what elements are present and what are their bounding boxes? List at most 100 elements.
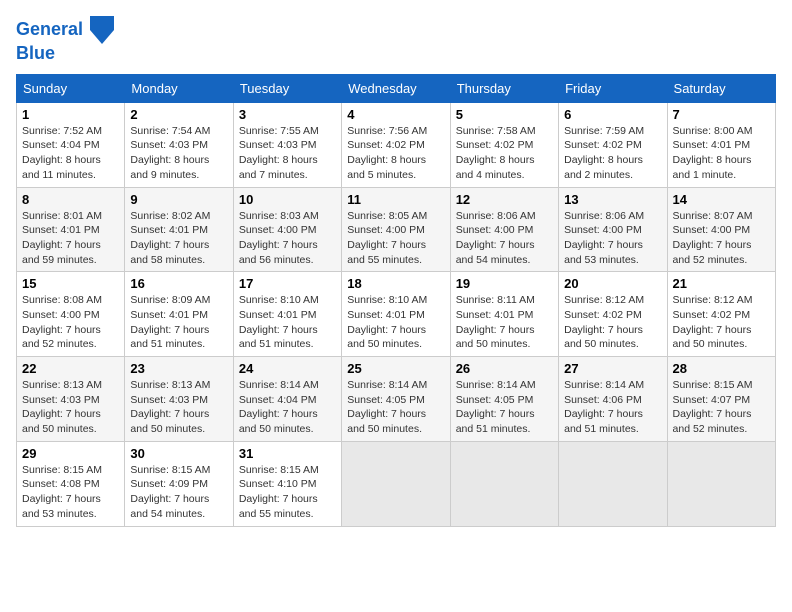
logo: General Blue xyxy=(16,16,114,64)
calendar-cell: 11 Sunrise: 8:05 AM Sunset: 4:00 PM Dayl… xyxy=(342,187,450,272)
day-info: Sunrise: 8:14 AM Sunset: 4:04 PM Dayligh… xyxy=(239,378,336,437)
day-number: 3 xyxy=(239,107,336,122)
day-number: 9 xyxy=(130,192,227,207)
calendar-cell: 9 Sunrise: 8:02 AM Sunset: 4:01 PM Dayli… xyxy=(125,187,233,272)
day-info: Sunrise: 7:56 AM Sunset: 4:02 PM Dayligh… xyxy=(347,124,444,183)
day-info: Sunrise: 8:07 AM Sunset: 4:00 PM Dayligh… xyxy=(673,209,770,268)
calendar-cell: 24 Sunrise: 8:14 AM Sunset: 4:04 PM Dayl… xyxy=(233,357,341,442)
day-info: Sunrise: 8:08 AM Sunset: 4:00 PM Dayligh… xyxy=(22,293,119,352)
calendar-cell: 17 Sunrise: 8:10 AM Sunset: 4:01 PM Dayl… xyxy=(233,272,341,357)
day-number: 18 xyxy=(347,276,444,291)
day-info: Sunrise: 8:05 AM Sunset: 4:00 PM Dayligh… xyxy=(347,209,444,268)
calendar-table: SundayMondayTuesdayWednesdayThursdayFrid… xyxy=(16,74,776,527)
day-info: Sunrise: 8:10 AM Sunset: 4:01 PM Dayligh… xyxy=(239,293,336,352)
calendar-cell: 4 Sunrise: 7:56 AM Sunset: 4:02 PM Dayli… xyxy=(342,102,450,187)
day-number: 20 xyxy=(564,276,661,291)
day-number: 27 xyxy=(564,361,661,376)
calendar-cell: 18 Sunrise: 8:10 AM Sunset: 4:01 PM Dayl… xyxy=(342,272,450,357)
day-number: 15 xyxy=(22,276,119,291)
day-number: 2 xyxy=(130,107,227,122)
day-number: 22 xyxy=(22,361,119,376)
day-info: Sunrise: 8:06 AM Sunset: 4:00 PM Dayligh… xyxy=(456,209,553,268)
day-info: Sunrise: 8:12 AM Sunset: 4:02 PM Dayligh… xyxy=(564,293,661,352)
day-header-friday: Friday xyxy=(559,74,667,102)
calendar-cell xyxy=(559,441,667,526)
calendar-cell: 21 Sunrise: 8:12 AM Sunset: 4:02 PM Dayl… xyxy=(667,272,775,357)
day-info: Sunrise: 8:01 AM Sunset: 4:01 PM Dayligh… xyxy=(22,209,119,268)
day-number: 25 xyxy=(347,361,444,376)
calendar-week-1: 1 Sunrise: 7:52 AM Sunset: 4:04 PM Dayli… xyxy=(17,102,776,187)
day-header-tuesday: Tuesday xyxy=(233,74,341,102)
calendar-cell: 22 Sunrise: 8:13 AM Sunset: 4:03 PM Dayl… xyxy=(17,357,125,442)
day-number: 12 xyxy=(456,192,553,207)
calendar-cell: 30 Sunrise: 8:15 AM Sunset: 4:09 PM Dayl… xyxy=(125,441,233,526)
calendar-cell: 19 Sunrise: 8:11 AM Sunset: 4:01 PM Dayl… xyxy=(450,272,558,357)
calendar-cell: 12 Sunrise: 8:06 AM Sunset: 4:00 PM Dayl… xyxy=(450,187,558,272)
day-info: Sunrise: 7:52 AM Sunset: 4:04 PM Dayligh… xyxy=(22,124,119,183)
day-number: 13 xyxy=(564,192,661,207)
day-info: Sunrise: 8:15 AM Sunset: 4:07 PM Dayligh… xyxy=(673,378,770,437)
day-number: 31 xyxy=(239,446,336,461)
day-info: Sunrise: 7:54 AM Sunset: 4:03 PM Dayligh… xyxy=(130,124,227,183)
day-header-saturday: Saturday xyxy=(667,74,775,102)
day-number: 26 xyxy=(456,361,553,376)
day-number: 6 xyxy=(564,107,661,122)
day-info: Sunrise: 8:12 AM Sunset: 4:02 PM Dayligh… xyxy=(673,293,770,352)
day-number: 30 xyxy=(130,446,227,461)
day-info: Sunrise: 8:13 AM Sunset: 4:03 PM Dayligh… xyxy=(130,378,227,437)
day-info: Sunrise: 8:15 AM Sunset: 4:08 PM Dayligh… xyxy=(22,463,119,522)
calendar-cell: 28 Sunrise: 8:15 AM Sunset: 4:07 PM Dayl… xyxy=(667,357,775,442)
calendar-cell: 2 Sunrise: 7:54 AM Sunset: 4:03 PM Dayli… xyxy=(125,102,233,187)
day-number: 7 xyxy=(673,107,770,122)
calendar-cell: 1 Sunrise: 7:52 AM Sunset: 4:04 PM Dayli… xyxy=(17,102,125,187)
day-number: 17 xyxy=(239,276,336,291)
calendar-cell: 8 Sunrise: 8:01 AM Sunset: 4:01 PM Dayli… xyxy=(17,187,125,272)
day-info: Sunrise: 8:13 AM Sunset: 4:03 PM Dayligh… xyxy=(22,378,119,437)
day-number: 28 xyxy=(673,361,770,376)
logo-general: General xyxy=(16,19,83,39)
calendar-week-4: 22 Sunrise: 8:13 AM Sunset: 4:03 PM Dayl… xyxy=(17,357,776,442)
day-info: Sunrise: 7:55 AM Sunset: 4:03 PM Dayligh… xyxy=(239,124,336,183)
logo-icon xyxy=(90,16,114,44)
calendar-week-2: 8 Sunrise: 8:01 AM Sunset: 4:01 PM Dayli… xyxy=(17,187,776,272)
day-number: 16 xyxy=(130,276,227,291)
calendar-cell: 20 Sunrise: 8:12 AM Sunset: 4:02 PM Dayl… xyxy=(559,272,667,357)
day-number: 23 xyxy=(130,361,227,376)
day-info: Sunrise: 8:14 AM Sunset: 4:05 PM Dayligh… xyxy=(347,378,444,437)
calendar-cell: 6 Sunrise: 7:59 AM Sunset: 4:02 PM Dayli… xyxy=(559,102,667,187)
day-number: 1 xyxy=(22,107,119,122)
calendar-cell: 16 Sunrise: 8:09 AM Sunset: 4:01 PM Dayl… xyxy=(125,272,233,357)
calendar-cell: 25 Sunrise: 8:14 AM Sunset: 4:05 PM Dayl… xyxy=(342,357,450,442)
calendar-cell: 31 Sunrise: 8:15 AM Sunset: 4:10 PM Dayl… xyxy=(233,441,341,526)
day-info: Sunrise: 8:02 AM Sunset: 4:01 PM Dayligh… xyxy=(130,209,227,268)
calendar-cell: 23 Sunrise: 8:13 AM Sunset: 4:03 PM Dayl… xyxy=(125,357,233,442)
calendar-cell: 10 Sunrise: 8:03 AM Sunset: 4:00 PM Dayl… xyxy=(233,187,341,272)
day-number: 11 xyxy=(347,192,444,207)
day-number: 5 xyxy=(456,107,553,122)
logo-blue: Blue xyxy=(16,44,114,64)
logo-text: General xyxy=(16,16,114,44)
calendar-cell: 27 Sunrise: 8:14 AM Sunset: 4:06 PM Dayl… xyxy=(559,357,667,442)
calendar-cell xyxy=(667,441,775,526)
day-info: Sunrise: 8:10 AM Sunset: 4:01 PM Dayligh… xyxy=(347,293,444,352)
calendar-cell: 13 Sunrise: 8:06 AM Sunset: 4:00 PM Dayl… xyxy=(559,187,667,272)
day-number: 19 xyxy=(456,276,553,291)
day-number: 24 xyxy=(239,361,336,376)
day-info: Sunrise: 8:06 AM Sunset: 4:00 PM Dayligh… xyxy=(564,209,661,268)
calendar-cell: 15 Sunrise: 8:08 AM Sunset: 4:00 PM Dayl… xyxy=(17,272,125,357)
day-info: Sunrise: 8:15 AM Sunset: 4:10 PM Dayligh… xyxy=(239,463,336,522)
calendar-cell: 5 Sunrise: 7:58 AM Sunset: 4:02 PM Dayli… xyxy=(450,102,558,187)
calendar-week-3: 15 Sunrise: 8:08 AM Sunset: 4:00 PM Dayl… xyxy=(17,272,776,357)
day-header-monday: Monday xyxy=(125,74,233,102)
day-header-wednesday: Wednesday xyxy=(342,74,450,102)
calendar-cell xyxy=(450,441,558,526)
calendar-cell: 26 Sunrise: 8:14 AM Sunset: 4:05 PM Dayl… xyxy=(450,357,558,442)
day-info: Sunrise: 8:00 AM Sunset: 4:01 PM Dayligh… xyxy=(673,124,770,183)
day-info: Sunrise: 8:11 AM Sunset: 4:01 PM Dayligh… xyxy=(456,293,553,352)
page-header: General Blue xyxy=(16,16,776,64)
day-number: 8 xyxy=(22,192,119,207)
day-info: Sunrise: 8:14 AM Sunset: 4:05 PM Dayligh… xyxy=(456,378,553,437)
calendar-cell: 3 Sunrise: 7:55 AM Sunset: 4:03 PM Dayli… xyxy=(233,102,341,187)
calendar-week-5: 29 Sunrise: 8:15 AM Sunset: 4:08 PM Dayl… xyxy=(17,441,776,526)
day-number: 29 xyxy=(22,446,119,461)
